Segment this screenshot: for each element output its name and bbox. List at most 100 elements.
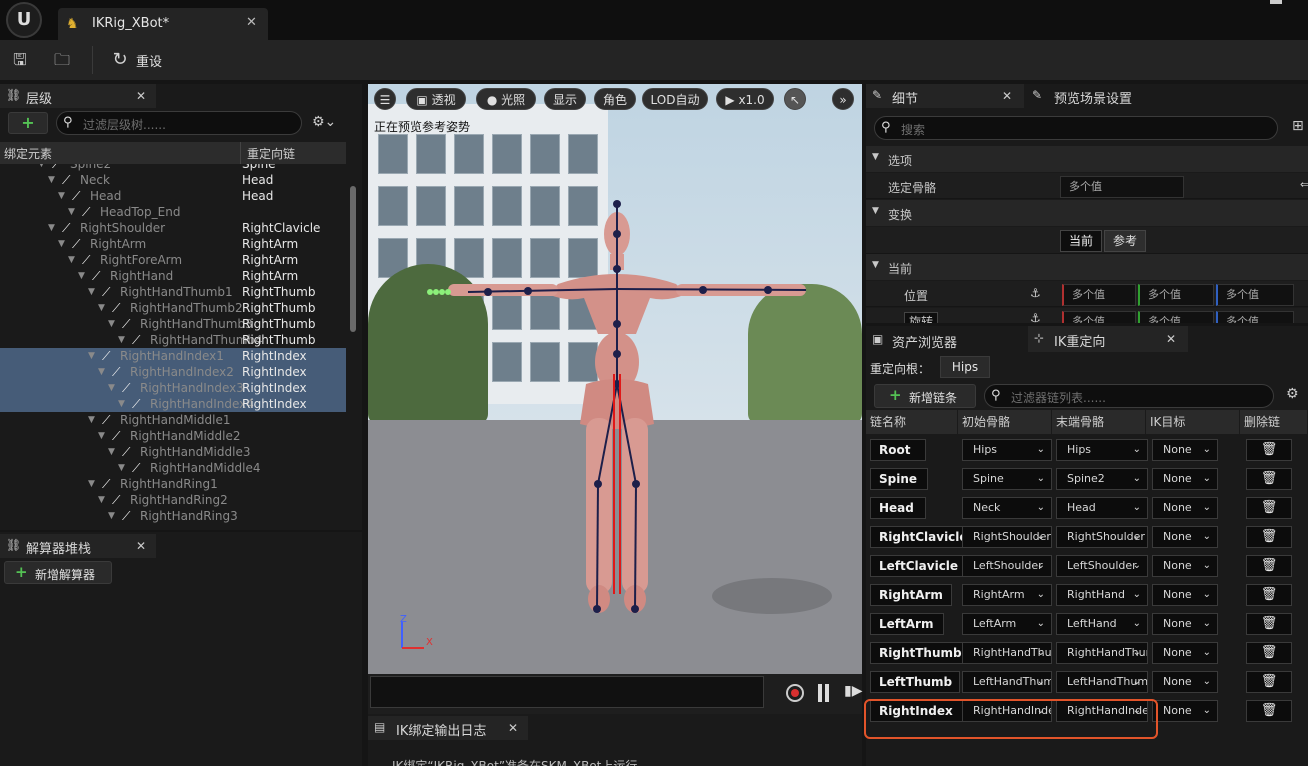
start-bone-combo[interactable]: RightShoulder ⌄	[962, 526, 1052, 548]
console-input[interactable]	[370, 676, 764, 708]
start-bone-combo[interactable]: RightArm ⌄	[962, 584, 1052, 606]
start-bone-combo[interactable]: Spine ⌄	[962, 468, 1052, 490]
end-bone-combo[interactable]: RightShoulder ⌄	[1056, 526, 1148, 548]
start-bone-combo[interactable]: LeftShoulder ⌄	[962, 555, 1052, 577]
output-log-tab[interactable]: ▤ IK绑定输出日志 ✕	[368, 716, 528, 740]
delete-chain-icon[interactable]: 🗑	[1246, 700, 1292, 722]
rotation-x[interactable]: 多个值	[1062, 311, 1136, 323]
end-bone-combo[interactable]: Spine2 ⌄	[1056, 468, 1148, 490]
delete-chain-icon[interactable]: 🗑	[1246, 642, 1292, 664]
expand-arrow-icon[interactable]: ▼	[78, 268, 85, 284]
end-bone-combo[interactable]: RightHandThumb4⌄	[1056, 642, 1148, 664]
perspective-button[interactable]: ▣ 透视	[406, 88, 466, 110]
expand-arrow-icon[interactable]: ▼	[58, 188, 65, 204]
tree-row[interactable]: ▼ ⟋ RightHandThumb1 RightThumb	[0, 284, 346, 300]
expand-arrow-icon[interactable]: ▼	[88, 284, 95, 300]
tree-row[interactable]: ▼ ⟋ HeadTop_End	[0, 204, 346, 220]
column-start-bone[interactable]: 初始骨骼	[958, 410, 1052, 434]
close-icon[interactable]: ✕	[136, 89, 146, 103]
tree-row[interactable]: ▼ ⟋ Spine2 Spine	[0, 164, 346, 172]
current-button[interactable]: 当前	[1060, 230, 1102, 252]
column-end-bone[interactable]: 末端骨骼	[1052, 410, 1146, 434]
rotation-z[interactable]: 多个值	[1216, 311, 1294, 323]
unreal-logo[interactable]: U	[6, 2, 42, 38]
ik-target-combo[interactable]: None ⌄	[1152, 526, 1218, 548]
solver-stack-tab[interactable]: ⛓ 解算器堆栈 ✕	[0, 534, 156, 558]
ik-target-combo[interactable]: None ⌄	[1152, 700, 1218, 722]
column-retarget-chain[interactable]: 重定向链	[247, 145, 295, 162]
tree-row[interactable]: ▼ ⟋ RightHandRing1	[0, 476, 346, 492]
add-solver-button[interactable]: + 新增解算器	[4, 561, 112, 584]
start-bone-combo[interactable]: Neck ⌄	[962, 497, 1052, 519]
position-x[interactable]: 多个值	[1062, 284, 1136, 306]
expand-arrow-icon[interactable]: ▼	[108, 508, 115, 524]
expand-arrow-icon[interactable]: ▼	[88, 348, 95, 364]
pause-icon[interactable]	[818, 684, 822, 702]
reference-button[interactable]: 参考	[1104, 230, 1146, 252]
ik-target-combo[interactable]: None ⌄	[1152, 584, 1218, 606]
ik-target-combo[interactable]: None ⌄	[1152, 439, 1218, 461]
expand-arrow-icon[interactable]: ▼	[118, 396, 125, 412]
add-element-button[interactable]: +	[8, 112, 48, 134]
end-bone-combo[interactable]: RightHand ⌄	[1056, 584, 1148, 606]
details-tab[interactable]: ✎ 细节 ✕	[866, 84, 1024, 108]
hierarchy-scrollbar[interactable]	[350, 186, 356, 332]
position-y[interactable]: 多个值	[1138, 284, 1214, 306]
delete-chain-icon[interactable]: 🗑	[1246, 497, 1292, 519]
tree-row[interactable]: ▼ ⟋ RightHandThumb2 RightThumb	[0, 300, 346, 316]
expand-arrow-icon[interactable]: ▼	[68, 252, 75, 268]
expand-arrow-icon[interactable]: ▼	[108, 380, 115, 396]
rotation-dropdown[interactable]: 旋转	[904, 312, 939, 323]
start-bone-combo[interactable]: LeftArm ⌄	[962, 613, 1052, 635]
current-section[interactable]: ▼ 当前	[866, 254, 1308, 280]
column-bind-element[interactable]: 绑定元素	[4, 145, 52, 162]
column-ik-target[interactable]: IK目标	[1146, 410, 1240, 434]
expand-arrow-icon[interactable]: ▼	[68, 204, 75, 220]
tree-row[interactable]: ▼ ⟋ Neck Head	[0, 172, 346, 188]
close-icon[interactable]: ✕	[136, 539, 146, 553]
expand-arrow-icon[interactable]: ▼	[118, 332, 125, 348]
start-bone-combo[interactable]: RightHandThumb1⌄	[962, 642, 1052, 664]
tree-row[interactable]: ▼ ⟋ RightHandThumb4 RightThumb	[0, 332, 346, 348]
tree-row[interactable]: ▼ ⟋ RightShoulder RightClavicle	[0, 220, 346, 236]
character-button[interactable]: 角色	[594, 88, 636, 110]
character-skeleton[interactable]	[368, 84, 862, 674]
browse-folder-icon[interactable]: 🗀	[52, 50, 72, 70]
select-mode-icon[interactable]: ↖	[784, 88, 806, 110]
column-delete-chain[interactable]: 删除链	[1240, 410, 1308, 434]
close-icon[interactable]: ✕	[1002, 89, 1012, 103]
expand-arrow-icon[interactable]: ▼	[48, 172, 55, 188]
tree-row[interactable]: ▼ ⟋ RightHandIndex2 RightIndex	[0, 364, 346, 380]
tree-row[interactable]: ▼ ⟋ RightHandMiddle4	[0, 460, 346, 476]
tree-row[interactable]: ▼ ⟋ RightArm RightArm	[0, 236, 346, 252]
expand-arrow-icon[interactable]: ▼	[98, 300, 105, 316]
expand-arrow-icon[interactable]: ▼	[48, 220, 55, 236]
delete-chain-icon[interactable]: 🗑	[1246, 671, 1292, 693]
delete-chain-icon[interactable]: 🗑	[1246, 555, 1292, 577]
settings-gear-icon[interactable]: ⚙	[1286, 386, 1299, 402]
close-icon[interactable]: ✕	[508, 721, 518, 735]
ik-target-combo[interactable]: None ⌄	[1152, 468, 1218, 490]
delete-chain-icon[interactable]: 🗑	[1246, 613, 1292, 635]
column-chain-name[interactable]: 链名称	[866, 410, 958, 434]
selected-bone-value[interactable]: 多个值	[1060, 176, 1184, 198]
show-button[interactable]: 显示	[544, 88, 586, 110]
tree-row[interactable]: ▼ ⟋ Head Head	[0, 188, 346, 204]
reset-button[interactable]: 重设	[136, 51, 162, 70]
close-icon[interactable]: ✕	[1166, 332, 1176, 346]
expand-arrow-icon[interactable]: ▼	[108, 444, 115, 460]
end-bone-combo[interactable]: LeftHand ⌄	[1056, 613, 1148, 635]
tree-row[interactable]: ▼ ⟋ RightHandIndex4 RightIndex	[0, 396, 346, 412]
add-chain-button[interactable]: + 新增链条	[874, 384, 976, 408]
settings-gear-icon[interactable]: ⚙⌄	[312, 114, 336, 130]
record-icon[interactable]	[786, 684, 804, 702]
viewport-expand-icon[interactable]: »	[832, 88, 854, 110]
end-bone-combo[interactable]: Head ⌄	[1056, 497, 1148, 519]
end-bone-combo[interactable]: LeftHandThumb4⌄	[1056, 671, 1148, 693]
tree-row[interactable]: ▼ ⟋ RightHand RightArm	[0, 268, 346, 284]
position-z[interactable]: 多个值	[1216, 284, 1294, 306]
ik-target-combo[interactable]: None ⌄	[1152, 497, 1218, 519]
playback-speed-button[interactable]: ▶ x1.0	[716, 88, 774, 110]
expand-arrow-icon[interactable]: ▼	[98, 364, 105, 380]
delete-chain-icon[interactable]: 🗑	[1246, 468, 1292, 490]
